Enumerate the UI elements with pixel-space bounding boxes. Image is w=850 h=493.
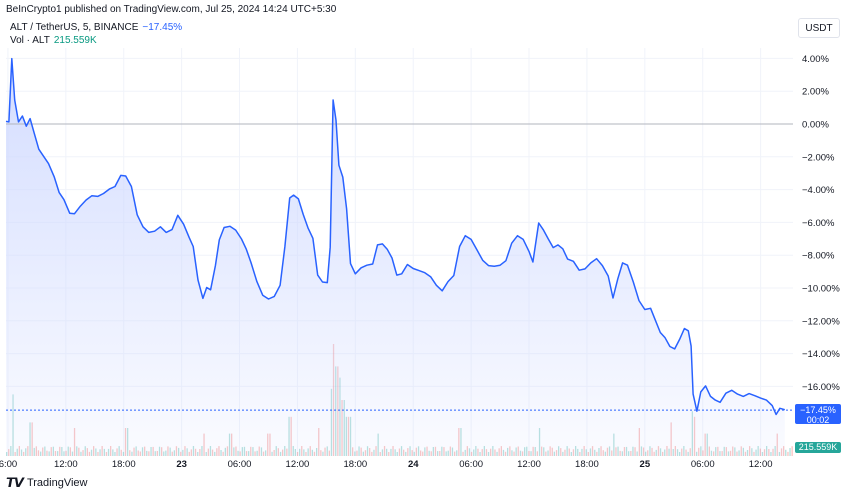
price-chart[interactable]: 4.00% 2.00% 0.00% −2.00% −4.00% −6.00% −8.00% −…: [0, 0, 850, 493]
volume-bar: [785, 449, 787, 456]
x-tick-label: 12:00: [54, 459, 78, 470]
x-tick-label: 24: [408, 459, 419, 470]
x-tick-label: 18:00: [343, 459, 367, 470]
x-tick-label: 06:00: [691, 459, 715, 470]
x-tick-label: 06:00: [228, 459, 252, 470]
y-tick-label: −6.00%: [802, 218, 835, 229]
y-tick-label: −12.00%: [802, 316, 840, 327]
x-tick-label: 12:00: [286, 459, 310, 470]
x-tick-label: 18:00: [112, 459, 136, 470]
brand-name: TradingView: [26, 477, 88, 489]
x-tick-label: 18:00: [575, 459, 599, 470]
volume-tag: 215.559K: [795, 442, 841, 453]
y-tick-label: −10.00%: [802, 284, 840, 295]
volume-bar: [787, 451, 789, 456]
y-axis: 4.00% 2.00% 0.00% −2.00% −4.00% −6.00% −8.00% −…: [802, 54, 840, 393]
x-tick-label: 12:00: [749, 459, 773, 470]
price-area: [6, 58, 785, 456]
y-tick-label: 4.00%: [802, 54, 829, 65]
x-tick-label: 25: [640, 459, 651, 470]
x-tick-label: 6:00: [0, 459, 17, 470]
y-tick-label: −4.00%: [802, 185, 835, 196]
footer-brand[interactable]: 𝙏𝙑 TradingView: [6, 475, 87, 491]
y-tick-label: −14.00%: [802, 349, 840, 360]
volume-bar: [791, 446, 793, 456]
y-tick-label: −2.00%: [802, 152, 835, 163]
tradingview-logo-icon: 𝙏𝙑: [6, 475, 24, 490]
y-tick-label: 0.00%: [802, 120, 829, 131]
bar-countdown: 00:02: [806, 415, 830, 425]
x-tick-label: 06:00: [459, 459, 483, 470]
x-tick-label: 23: [176, 459, 187, 470]
volume-bar: [789, 448, 791, 456]
x-tick-label: 12:00: [517, 459, 541, 470]
x-axis: 6:00 12:00 18:00 23 06:00 12:00 18:00 24 06:00 12…: [0, 459, 773, 470]
y-tick-label: −8.00%: [802, 251, 835, 262]
y-tick-label: 2.00%: [802, 87, 829, 98]
last-price-tag: −17.45% 00:02: [795, 404, 841, 425]
last-price-value: −17.45%: [800, 405, 836, 415]
y-tick-label: −16.00%: [802, 382, 840, 393]
